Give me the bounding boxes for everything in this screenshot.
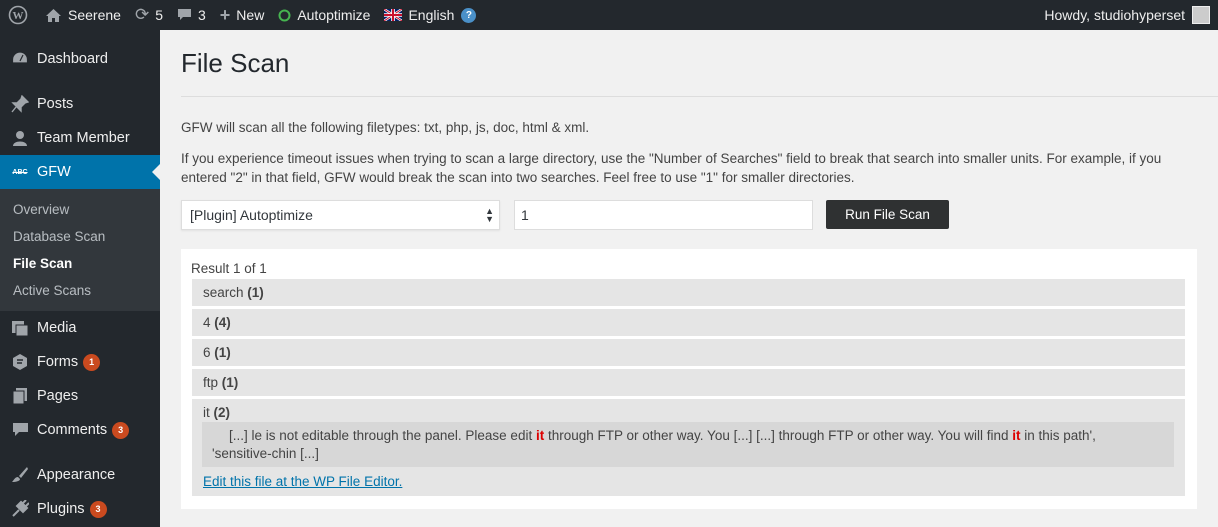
sidebar-item-plugins[interactable]: Plugins 3 [0, 492, 160, 526]
sidebar-item-comments[interactable]: Comments 3 [0, 413, 160, 447]
sidebar-item-gfw[interactable]: ABC GFW [0, 155, 160, 189]
timeout-description-line-2: entered "2" in that field, GFW would bre… [181, 170, 855, 185]
admin-sidebar: Dashboard Posts Team Member ABC GFW Over… [0, 30, 160, 527]
status-circle-icon [278, 9, 291, 22]
directory-select-value: [Plugin] Autoptimize [190, 207, 313, 223]
home-icon [45, 8, 62, 23]
plugins-count-badge: 3 [89, 500, 107, 518]
pages-icon [10, 386, 30, 406]
sidebar-item-media[interactable]: Media [0, 311, 160, 345]
result-count: Result 1 of 1 [191, 261, 267, 276]
sidebar-item-appearance[interactable]: Appearance [0, 458, 160, 492]
account-menu[interactable]: Howdy, studiohyperset [1037, 0, 1218, 30]
result-row-header: it (2) [203, 405, 230, 420]
comments-link[interactable]: 3 [170, 0, 213, 30]
run-file-scan-button[interactable]: Run File Scan [826, 200, 949, 229]
avatar [1192, 6, 1210, 24]
result-row[interactable]: search (1) [192, 279, 1185, 306]
site-name-link[interactable]: Seerene [38, 0, 128, 30]
result-row[interactable]: ftp (1) [192, 369, 1185, 396]
result-term-count: (1) [221, 375, 239, 390]
autoptimize-link[interactable]: Autoptimize [271, 0, 377, 30]
submenu-item-file-scan[interactable]: File Scan [0, 250, 160, 277]
result-term-count: (4) [214, 315, 231, 330]
help-icon[interactable]: ? [461, 7, 477, 23]
number-of-searches-input[interactable]: 1 [514, 200, 813, 230]
pin-icon [10, 94, 30, 114]
page-title: File Scan [181, 48, 290, 78]
user-icon [10, 128, 30, 148]
gfw-submenu: Overview Database Scan File Scan Active … [0, 189, 160, 311]
edit-file-link[interactable]: Edit this file at the WP File Editor. [203, 474, 402, 489]
plugin-icon [10, 499, 30, 519]
forms-count-badge: 1 [83, 353, 101, 371]
updates-link[interactable]: ⟳ 5 [128, 0, 170, 30]
submenu-item-active-scans[interactable]: Active Scans [0, 277, 160, 304]
uk-flag-icon [384, 9, 403, 21]
result-term-count: (1) [214, 345, 231, 360]
filetypes-description: GFW will scan all the following filetype… [181, 120, 590, 135]
comment-bubble-icon [177, 8, 192, 22]
new-content-link[interactable]: + New [213, 0, 272, 30]
timeout-description-line-1: If you experience timeout issues when tr… [181, 151, 1162, 166]
result-term-count: (2) [213, 405, 231, 420]
result-term: 6 [203, 345, 211, 360]
abc-icon: ABC [12, 168, 28, 176]
forms-icon [10, 352, 30, 372]
sidebar-item-forms[interactable]: Forms 1 [0, 345, 160, 379]
title-divider [181, 96, 1218, 97]
snippet-text: through FTP or other way. You [...] [...… [544, 428, 1013, 443]
snippet-text: in this path', [1020, 428, 1096, 443]
result-term: search [203, 285, 244, 300]
main-content: File Scan GFW will scan all the followin… [160, 30, 1218, 527]
result-term: ftp [203, 375, 219, 390]
refresh-icon: ⟳ [134, 5, 150, 24]
result-row-expanded[interactable]: it (2) [...] le is not editable through … [192, 399, 1185, 496]
snippet-text: [...] le is not editable through the pan… [229, 428, 536, 443]
select-arrows-icon: ▲ ▼ [485, 206, 494, 224]
directory-select[interactable]: [Plugin] Autoptimize ▲ ▼ [181, 200, 500, 230]
media-icon [10, 318, 30, 338]
brush-icon [10, 465, 30, 485]
svg-text:W: W [13, 10, 24, 22]
result-row[interactable]: 4 (4) [192, 309, 1185, 336]
plus-icon: + [219, 4, 231, 25]
number-of-searches-value: 1 [521, 207, 529, 223]
sidebar-item-dashboard[interactable]: Dashboard [0, 42, 160, 76]
sidebar-item-posts[interactable]: Posts [0, 87, 160, 121]
result-term-count: (1) [247, 285, 264, 300]
submenu-item-database-scan[interactable]: Database Scan [0, 223, 160, 250]
timeout-description: If you experience timeout issues when tr… [181, 149, 1211, 187]
admin-bar: W Seerene ⟳ 5 3 + New Autoptimize Englis… [0, 0, 1218, 30]
comments-count-badge: 3 [112, 421, 130, 439]
result-term: it [203, 405, 210, 420]
snippet-text: 'sensitive-chin [...] [212, 446, 319, 461]
snippet-highlight: it [535, 428, 545, 443]
result-term: 4 [203, 315, 211, 330]
dashboard-icon [10, 49, 30, 69]
scan-results-panel: Result 1 of 1 search (1) 4 (4) 6 (1) ftp… [181, 249, 1197, 509]
wordpress-icon: W [8, 5, 28, 25]
sidebar-item-team-member[interactable]: Team Member [0, 121, 160, 155]
sidebar-item-pages[interactable]: Pages [0, 379, 160, 413]
language-switcher[interactable]: English ? [377, 0, 483, 30]
submenu-item-overview[interactable]: Overview [0, 196, 160, 223]
match-snippet: [...] le is not editable through the pan… [202, 422, 1174, 467]
result-row[interactable]: 6 (1) [192, 339, 1185, 366]
comment-icon [10, 420, 30, 440]
wordpress-logo[interactable]: W [0, 0, 38, 30]
